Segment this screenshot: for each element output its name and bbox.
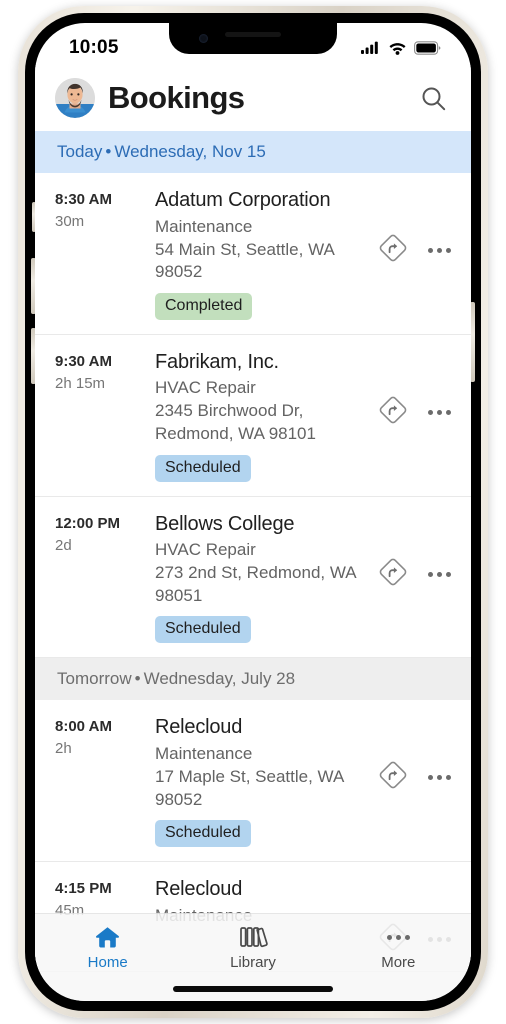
booking-list[interactable]: Today • Wednesday, Nov 15 8:30 AM 30m Adatum … [35,131,471,983]
home-indicator[interactable] [173,986,333,992]
tab-more-label: More [381,954,416,971]
booking-service-type: HVAC Repair [155,540,256,560]
wifi-icon [389,43,406,55]
status-badge: Scheduled [155,820,251,848]
status-badge: Scheduled [155,454,251,482]
tab-library[interactable]: Library [180,924,325,971]
booking-service-type: Maintenance [155,216,253,236]
booking-duration: 2h [55,740,72,758]
tab-home[interactable]: Home [35,924,180,971]
directions-icon[interactable] [378,760,408,795]
day-label: Today [57,142,103,161]
booking-address: 17 Maple St, Seattle, WA 98052 [155,767,344,809]
avatar[interactable] [55,78,95,118]
booking-actions [378,189,451,268]
booking-info: Relecloud Maintenance 17 Maple St, Seattle… [155,716,378,848]
booking-time-column: 12:00 PM 2d [55,513,155,554]
booking-time: 8:00 AM [55,718,112,736]
booking-row[interactable]: 12:00 PM 2d Bellows College HVAC Repair 273 … [35,496,471,659]
home-icon [94,924,121,950]
booking-customer-name: Adatum Corporation [155,189,331,211]
status-badge: Scheduled [155,616,251,644]
booking-customer-name: Relecloud [155,878,243,901]
booking-row[interactable]: 9:30 AM 2h 15m Fabrikam, Inc. HVAC Repair 23… [35,334,471,497]
date-label: Wednesday, July 28 [143,669,296,689]
battery-icon [414,41,441,55]
booking-duration: 30m [55,213,85,230]
tab-home-label: Home [87,954,128,971]
booking-customer-name: Fabrikam, Inc. [155,350,279,373]
booking-service-type: HVAC Repair [155,378,256,398]
tab-more[interactable]: More [326,924,471,971]
booking-info: Fabrikam, Inc. HVAC Repair 2345 Birchwood … [155,351,378,482]
booking-row[interactable]: 8:30 AM 30m Adatum Corporation Maintenance 5… [35,173,471,335]
more-options-icon[interactable] [428,568,451,581]
phone-bezel: 10:05 Bookings Today • Wednesday, Nov 15… [25,13,481,1011]
status-time: 10:05 [69,37,119,58]
directions-icon[interactable] [378,395,408,430]
day-separator: • [134,669,141,689]
front-camera-icon [199,34,208,43]
cellular-signal-icon [361,41,378,54]
booking-time: 8:30 AM [55,191,112,208]
booking-address: 54 Main St, Seattle, WA 98052 [155,239,334,282]
booking-actions [378,351,451,430]
more-options-icon[interactable] [428,244,451,257]
more-options-icon[interactable] [428,771,451,784]
booking-time-column: 9:30 AM 2h 15m [55,351,155,392]
app-header: Bookings [35,65,471,131]
booking-service-type: Maintenance [155,744,253,764]
day-header: Today • Wednesday, Nov 15 [35,131,471,173]
phone-frame: 10:05 Bookings Today • Wednesday, Nov 15… [18,6,488,1018]
earpiece-speaker [225,32,281,37]
booking-actions [378,716,451,795]
booking-info: Adatum Corporation Maintenance 54 Main St,… [155,189,378,320]
directions-icon[interactable] [378,233,408,268]
page-title: Bookings [108,80,245,115]
booking-time-column: 8:30 AM 30m [55,189,155,230]
booking-time: 9:30 AM [55,352,112,370]
day-header: Tomorrow • Wednesday, July 28 [35,658,471,701]
booking-address: 2345 Birchwood Dr, Redmond, WA 98101 [155,401,316,444]
date-label: Wednesday, Nov 15 [114,142,266,161]
booking-time: 4:15 PM [55,880,112,898]
directions-icon[interactable] [378,557,408,592]
booking-time-column: 8:00 AM 2h [55,716,155,757]
day-separator: • [105,142,112,161]
day-label: Tomorrow [57,669,132,689]
search-icon[interactable] [417,82,449,114]
booking-customer-name: Relecloud [155,716,243,739]
notch [169,23,337,54]
booking-address: 273 2nd St, Redmond, WA 98051 [155,563,356,605]
phone-screen: 10:05 Bookings Today • Wednesday, Nov 15… [35,23,471,1001]
status-badge: Completed [155,292,253,320]
status-icons [361,41,441,55]
booking-time: 12:00 PM [55,514,121,532]
library-books-icon [238,924,268,950]
booking-duration: 2d [55,536,72,554]
booking-info: Bellows College HVAC Repair 273 2nd St, Re… [155,513,378,644]
booking-row[interactable]: 8:00 AM 2h Relecloud Maintenance 17 Maple St… [35,700,471,863]
more-options-icon[interactable] [428,406,451,419]
booking-customer-name: Bellows College [155,512,295,535]
booking-actions [378,513,451,592]
tab-library-label: Library [230,954,276,971]
booking-duration: 2h 15m [55,374,106,392]
more-dots-icon [386,924,410,950]
